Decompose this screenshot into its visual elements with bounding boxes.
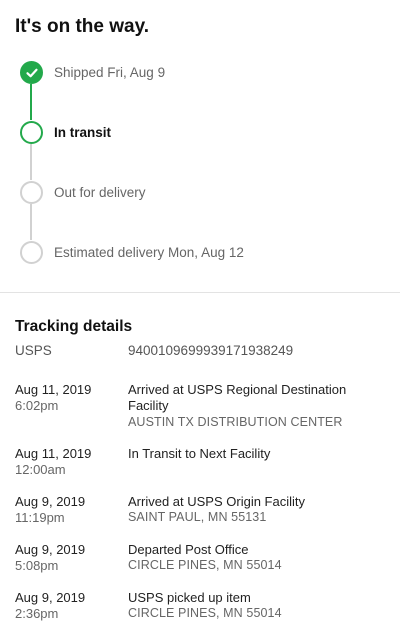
- event-date: Aug 9, 2019: [15, 494, 86, 509]
- event-date: Aug 9, 2019: [15, 590, 86, 605]
- event-time: 2:36pm: [15, 606, 59, 621]
- event-location: AUSTIN TX DISTRIBUTION CENTER: [128, 415, 343, 429]
- step-pending-icon: [20, 241, 43, 264]
- step-current-icon: [20, 121, 43, 144]
- shipment-progress: Shipped Fri, Aug 9 In transit Out for de…: [0, 0, 400, 290]
- event-time: 11:19pm: [15, 510, 65, 525]
- step-label-in-transit: In transit: [54, 125, 112, 140]
- event-description: Arrived at USPS Regional Destination Fac…: [128, 382, 347, 413]
- event-description: Departed Post Office: [128, 542, 249, 557]
- event-time: 6:02pm: [15, 398, 59, 413]
- step-label-shipped: Shipped Fri, Aug 9: [54, 65, 166, 80]
- tracking-details-heading: Tracking details: [15, 318, 133, 335]
- event-description: Arrived at USPS Origin Facility: [128, 494, 305, 509]
- checkmark-icon: [26, 68, 38, 78]
- event-location: SAINT PAUL, MN 55131: [128, 510, 267, 524]
- event-date: Aug 9, 2019: [15, 542, 86, 557]
- progress-connector: [30, 204, 32, 240]
- carrier-name: USPS: [15, 343, 52, 358]
- event-location: CIRCLE PINES, MN 55014: [128, 558, 282, 572]
- event-location: CIRCLE PINES, MN 55014: [128, 606, 282, 620]
- step-pending-icon: [20, 181, 43, 204]
- step-label-out-for-delivery: Out for delivery: [54, 185, 146, 200]
- tracking-number[interactable]: 9400109699939171938249: [128, 343, 293, 358]
- order-tracking-page: It's on the way. Shipped Fri, Aug 9 In t…: [0, 0, 400, 640]
- progress-connector: [30, 144, 32, 180]
- section-divider: [0, 292, 400, 293]
- event-description: USPS picked up item: [128, 590, 251, 605]
- event-time: 5:08pm: [15, 558, 59, 573]
- step-complete-icon: [20, 61, 43, 84]
- event-date: Aug 11, 2019: [15, 382, 92, 397]
- event-date: Aug 11, 2019: [15, 446, 92, 461]
- step-label-estimated-delivery: Estimated delivery Mon, Aug 12: [54, 245, 244, 260]
- progress-connector: [30, 84, 32, 120]
- event-time: 12:00am: [15, 462, 66, 477]
- event-description: In Transit to Next Facility: [128, 446, 271, 461]
